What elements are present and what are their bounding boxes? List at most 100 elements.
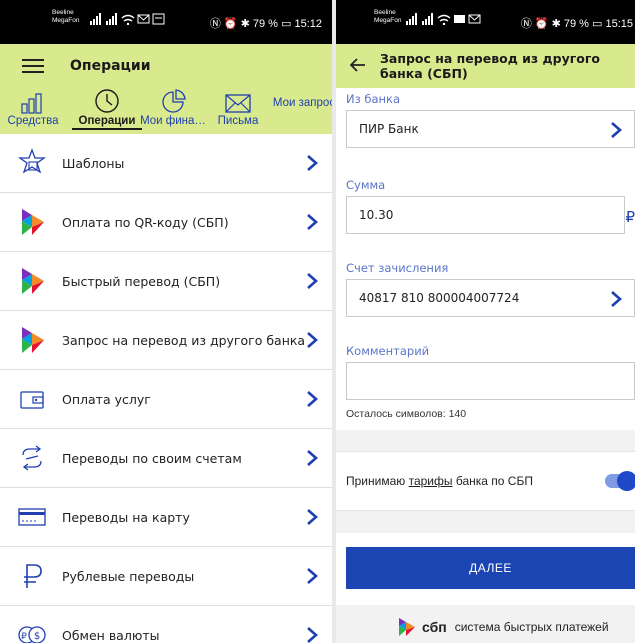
- menu-item-label: Обмен валюты: [62, 627, 160, 643]
- menu-item-qr-payment[interactable]: Оплата по QR-коду (СБП): [0, 193, 332, 252]
- chevron-right-icon: [611, 122, 622, 138]
- account-value: 40817 810 800004007724: [359, 291, 520, 305]
- transfer-arrows-icon: [22, 445, 42, 471]
- terms-suffix: банка по СБП: [452, 474, 533, 488]
- chevron-right-icon: [307, 332, 318, 348]
- amount-input[interactable]: 10.30: [346, 196, 625, 234]
- page-title: Операции: [70, 58, 151, 74]
- comment-input[interactable]: [346, 362, 635, 400]
- chevron-right-icon: [307, 509, 318, 525]
- carrier-1: Beeline: [374, 9, 396, 16]
- sbp-logo-icon: [22, 327, 44, 353]
- clock-icon: [95, 89, 119, 113]
- menu-item-label: Оплата по QR-коду (СБП): [62, 214, 229, 230]
- separator-band: [336, 430, 635, 451]
- tab-label: Средства: [7, 115, 59, 127]
- tariffs-link[interactable]: тарифы: [409, 474, 453, 488]
- chars-left-counter: Осталось символов: 140: [346, 408, 467, 420]
- sbp-logo-icon: [22, 268, 44, 294]
- app-bar: Операции: [0, 44, 332, 88]
- sbp-footer: сбп система быстрых платежей: [396, 617, 609, 637]
- bank-label: Из банка: [346, 92, 401, 106]
- menu-item-label: Оплата услуг: [62, 391, 151, 407]
- back-arrow-icon[interactable]: [349, 56, 366, 77]
- menu-item-label: Запрос на перевод из другого банка: [62, 332, 306, 348]
- terms-row: Принимаю тарифы банка по СБП: [336, 451, 635, 511]
- menu-item-templates[interactable]: Шаблоны: [0, 134, 332, 193]
- chevron-right-icon: [307, 627, 318, 643]
- chevron-right-icon: [307, 155, 318, 171]
- separator-band: [336, 511, 635, 533]
- menu-item-request-transfer[interactable]: Запрос на перевод из другого банка: [0, 311, 332, 370]
- chevron-right-icon: [307, 214, 318, 230]
- signal-icons: [90, 13, 170, 28]
- amount-label: Сумма: [346, 178, 386, 192]
- amount-value: 10.30: [359, 208, 394, 222]
- sbp-brand: сбп: [422, 619, 447, 635]
- menu-icon[interactable]: [22, 55, 44, 77]
- operations-list: Шаблоны Оплата по QR-коду (СБП) Быстрый …: [0, 134, 332, 643]
- tab-label: Операции: [72, 115, 142, 130]
- terms-toggle[interactable]: [605, 471, 635, 491]
- signal-wifi-icon: [406, 13, 481, 26]
- menu-item-ruble-transfer[interactable]: Рублевые переводы: [0, 547, 332, 606]
- operations-screen: Beeline MegaFon Ⓝ ⏰ ✱ 79 % ▭ 15:12 Опера…: [0, 0, 332, 643]
- menu-item-label: Переводы на карту: [62, 509, 190, 525]
- tab-letters[interactable]: Письма: [212, 88, 264, 134]
- menu-item-pay-services[interactable]: Оплата услуг: [0, 370, 332, 429]
- next-button[interactable]: ДАЛЕЕ: [346, 547, 635, 589]
- svg-text:$: $: [34, 631, 40, 642]
- menu-item-fast-transfer[interactable]: Быстрый перевод (СБП): [0, 252, 332, 311]
- status-bar: Beeline MegaFon Ⓝ ⏰ ✱ 79 % ▭ 15:12: [0, 0, 332, 44]
- menu-item-own-accounts[interactable]: Переводы по своим счетам: [0, 429, 332, 488]
- menu-item-currency-exchange[interactable]: $ ₽ Обмен валюты: [0, 606, 332, 643]
- transfer-request-screen: Beeline MegaFon Ⓝ ⏰ ✱ 79 % ▭ 15:15 Запро…: [336, 0, 635, 643]
- chevron-right-icon: [307, 450, 318, 466]
- tab-label: Мои запрос: [272, 97, 332, 109]
- chevron-right-icon: [611, 291, 622, 307]
- status-right: Ⓝ ⏰ ✱ 79 % ▭ 15:12: [209, 18, 322, 30]
- signal-icons: [406, 13, 486, 28]
- pie-chart-icon: [162, 89, 186, 113]
- tab-funds[interactable]: Средства: [0, 88, 66, 134]
- account-select[interactable]: 40817 810 800004007724: [346, 279, 635, 317]
- app-bar: Запрос на перевод из другого банка (СБП): [336, 44, 635, 88]
- menu-item-label: Переводы по своим счетам: [62, 450, 242, 466]
- menu-item-label: Шаблоны: [62, 155, 125, 171]
- card-icon: [18, 508, 46, 526]
- menu-item-label: Быстрый перевод (СБП): [62, 273, 221, 289]
- carrier-1: Beeline: [52, 9, 74, 16]
- ruble-currency-icon: ₽: [625, 209, 635, 226]
- bank-value: ПИР Банк: [359, 122, 419, 136]
- ruble-icon: [24, 564, 42, 588]
- terms-text: Принимаю тарифы банка по СБП: [346, 474, 533, 488]
- tab-my-finances[interactable]: Мои фина…: [138, 88, 208, 134]
- envelope-icon: [225, 94, 251, 113]
- tab-my-requests[interactable]: Мои запрос: [264, 88, 332, 134]
- chevron-right-icon: [307, 568, 318, 584]
- svg-text:₽: ₽: [21, 632, 27, 642]
- tab-label: Письма: [217, 115, 259, 127]
- puzzle-star-icon: [17, 148, 47, 174]
- status-right: Ⓝ ⏰ ✱ 79 % ▭ 15:15: [520, 18, 633, 30]
- tab-strip: Средства Операции Мои фина… Письма Мои з…: [0, 88, 332, 134]
- signal-wifi-icon: [90, 13, 165, 26]
- chevron-right-icon: [307, 273, 318, 289]
- carrier-2: MegaFon: [52, 17, 80, 24]
- menu-item-card-transfer[interactable]: Переводы на карту: [0, 488, 332, 547]
- status-bar: Beeline MegaFon Ⓝ ⏰ ✱ 79 % ▭ 15:15: [336, 0, 635, 44]
- sbp-tagline: система быстрых платежей: [454, 620, 609, 634]
- tab-operations[interactable]: Операции: [72, 88, 142, 134]
- sbp-logo-icon: [22, 209, 44, 235]
- wallet-icon: [20, 391, 44, 409]
- bank-select[interactable]: ПИР Банк: [346, 110, 635, 148]
- tab-label: Мои фина…: [140, 115, 206, 127]
- bar-chart-icon: [21, 93, 42, 114]
- sbp-logo-icon: [399, 618, 415, 636]
- comment-label: Комментарий: [346, 344, 430, 358]
- carrier-names: Beeline MegaFon: [52, 9, 79, 25]
- menu-item-label: Рублевые переводы: [62, 568, 195, 584]
- carrier-2: MegaFon: [374, 17, 402, 24]
